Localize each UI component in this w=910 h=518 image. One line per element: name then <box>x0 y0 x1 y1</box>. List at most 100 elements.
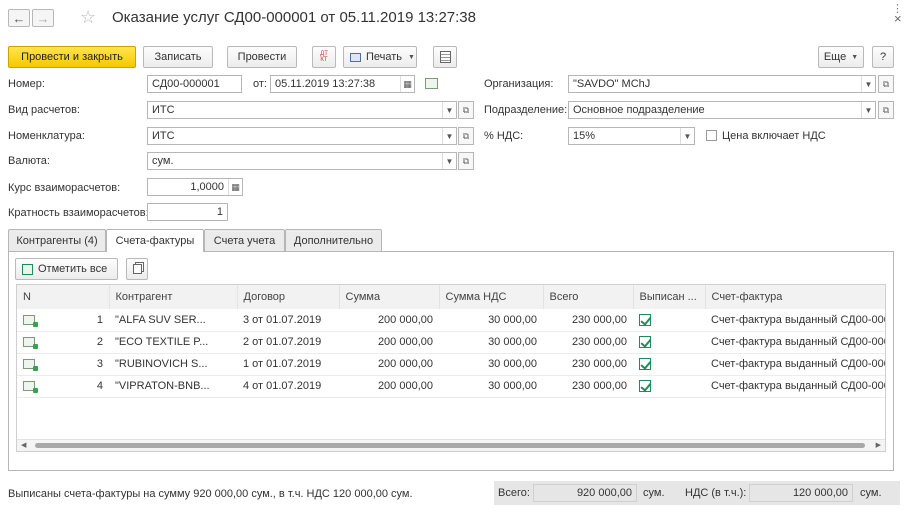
mark-all-button[interactable]: Отметить все <box>15 258 118 280</box>
row-number-cell: 4 <box>17 375 109 398</box>
print-button[interactable]: Печать ▼ <box>343 46 417 68</box>
sum-cell: 200 000,00 <box>339 353 439 376</box>
issued-checkbox[interactable] <box>639 380 651 393</box>
close-icon[interactable]: × <box>894 11 902 26</box>
number-field[interactable]: СД00-000001 <box>147 75 242 93</box>
open-icon: ⧉ <box>882 104 890 115</box>
organization-open-button[interactable]: ⧉ <box>878 75 894 93</box>
column-header-n[interactable]: N <box>17 285 110 309</box>
column-header-total[interactable]: Всего <box>543 285 634 309</box>
row-number: 3 <box>96 358 103 370</box>
column-header-vat-sum[interactable]: Сумма НДС <box>439 285 544 309</box>
issued-cell <box>633 309 705 332</box>
arrow-right-icon: → <box>36 10 50 26</box>
issued-checkbox[interactable] <box>639 358 651 371</box>
vat-field[interactable]: 15% ▼ <box>568 127 695 145</box>
favorite-star-icon[interactable]: ☆ <box>80 7 96 28</box>
more-button[interactable]: Еще ▼ <box>818 46 864 68</box>
division-field[interactable]: Основное подразделение ▼ <box>568 101 876 119</box>
back-button[interactable]: ← <box>8 9 30 27</box>
vat-label: % НДС: <box>484 130 524 142</box>
table-row[interactable]: 3 "RUBINOVICH S... 1 от 01.07.2019 200 0… <box>17 353 885 376</box>
total-cell: 230 000,00 <box>543 309 633 332</box>
tab-additional[interactable]: Дополнительно <box>285 229 382 251</box>
invoices-grid: N Контрагент Договор Сумма Сумма НДС Все… <box>16 284 886 452</box>
chevron-down-icon[interactable]: ▼ <box>861 102 875 118</box>
multiplicity-field[interactable]: 1 <box>147 203 228 221</box>
scroll-left-icon[interactable]: ◀ <box>21 441 26 449</box>
column-header-contract[interactable]: Договор <box>237 285 340 309</box>
counterparty-cell: "VIPRATON-BNB... <box>109 375 237 398</box>
chevron-down-icon[interactable]: ▼ <box>442 102 456 118</box>
tab-accounts[interactable]: Счета учета <box>204 229 285 251</box>
total-cell: 230 000,00 <box>543 375 633 398</box>
table-row[interactable]: 4 "VIPRATON-BNB... 4 от 01.07.2019 200 0… <box>17 375 885 398</box>
organization-field[interactable]: "SAVDO" MChJ ▼ <box>568 75 876 93</box>
invoice-cell: Счет-фактура выданный СД00-0000 <box>705 353 885 376</box>
scroll-right-icon[interactable]: ▶ <box>876 441 881 449</box>
row-number-cell: 1 <box>17 309 109 332</box>
chevron-down-icon[interactable]: ▼ <box>861 76 875 92</box>
column-header-sum[interactable]: Сумма <box>339 285 440 309</box>
tab-counterparties[interactable]: Контрагенты (4) <box>8 229 106 251</box>
date-field[interactable]: 05.11.2019 13:27:38 ▦ <box>270 75 415 93</box>
help-button[interactable]: ? <box>872 46 894 68</box>
vat-total-currency: сум. <box>860 487 882 499</box>
column-header-counterparty[interactable]: Контрагент <box>109 285 238 309</box>
price-includes-vat-checkbox[interactable] <box>706 130 717 141</box>
rate-label: Курс взаиморасчетов: <box>8 182 121 194</box>
issued-checkbox[interactable] <box>639 313 651 326</box>
table-row[interactable]: 2 "ECO TEXTILE P... 2 от 01.07.2019 200 … <box>17 331 885 354</box>
contract-cell: 4 от 01.07.2019 <box>237 375 339 398</box>
vat-cell: 30 000,00 <box>439 331 543 354</box>
copy-button[interactable] <box>126 258 148 280</box>
calc-type-field[interactable]: ИТС ▼ <box>147 101 457 119</box>
calculator-icon[interactable]: ▦ <box>228 179 242 195</box>
chevron-down-icon[interactable]: ▼ <box>442 128 456 144</box>
row-number: 2 <box>96 336 103 348</box>
dt-kt-icon: ДТ КТ <box>320 51 328 63</box>
column-header-invoice[interactable]: Счет-фактура <box>705 285 885 309</box>
post-and-close-button[interactable]: Провести и закрыть <box>8 46 136 68</box>
sum-cell: 200 000,00 <box>339 309 439 332</box>
column-header-issued[interactable]: Выписан ... <box>633 285 706 309</box>
issued-cell <box>633 375 705 398</box>
counterparty-cell: "ALFA SUV SER... <box>109 309 237 332</box>
date-value: 05.11.2019 13:27:38 <box>275 78 376 90</box>
save-button[interactable]: Записать <box>143 46 213 68</box>
chevron-down-icon: ▼ <box>851 53 859 61</box>
structure-button[interactable] <box>433 46 457 68</box>
counterparty-cell: "ECO TEXTILE P... <box>109 331 237 354</box>
tab-invoices[interactable]: Счета-фактуры <box>106 229 204 252</box>
mark-all-label: Отметить все <box>38 263 108 275</box>
currency-field[interactable]: сум. ▼ <box>147 152 457 170</box>
post-button[interactable]: Провести <box>227 46 297 68</box>
horizontal-scrollbar[interactable]: ◀ ▶ <box>17 439 885 451</box>
nomenclature-field[interactable]: ИТС ▼ <box>147 127 457 145</box>
scrollbar-thumb[interactable] <box>35 443 865 448</box>
nomenclature-open-button[interactable]: ⧉ <box>458 127 474 145</box>
open-icon: ⧉ <box>462 104 470 115</box>
forward-button[interactable]: → <box>32 9 54 27</box>
currency-open-button[interactable]: ⧉ <box>458 152 474 170</box>
invoice-cell: Счет-фактура выданный СД00-0000 <box>705 309 885 332</box>
chevron-down-icon[interactable]: ▼ <box>680 128 694 144</box>
calc-type-value: ИТС <box>152 104 175 116</box>
checkbox-icon <box>22 263 33 275</box>
vat-total-value-field: 120 000,00 <box>749 484 853 502</box>
issued-checkbox[interactable] <box>639 336 651 349</box>
more-label: Еще <box>823 51 847 63</box>
vat-value: 15% <box>573 130 596 142</box>
table-row[interactable]: 1 "ALFA SUV SER... 3 от 01.07.2019 200 0… <box>17 309 885 332</box>
calc-type-open-button[interactable]: ⧉ <box>458 101 474 119</box>
organization-value: "SAVDO" MChJ <box>573 78 651 90</box>
rate-field[interactable]: 1,0000 ▦ <box>147 178 243 196</box>
document-status-icon <box>425 78 438 89</box>
calendar-icon[interactable]: ▦ <box>400 76 414 92</box>
open-icon: ⧉ <box>882 78 890 89</box>
chevron-down-icon[interactable]: ▼ <box>442 153 456 169</box>
nomenclature-label: Номенклатура: <box>8 130 85 142</box>
division-open-button[interactable]: ⧉ <box>878 101 894 119</box>
table-header-row: N Контрагент Договор Сумма Сумма НДС Все… <box>17 285 885 309</box>
dt-kt-button[interactable]: ДТ КТ <box>312 46 336 68</box>
